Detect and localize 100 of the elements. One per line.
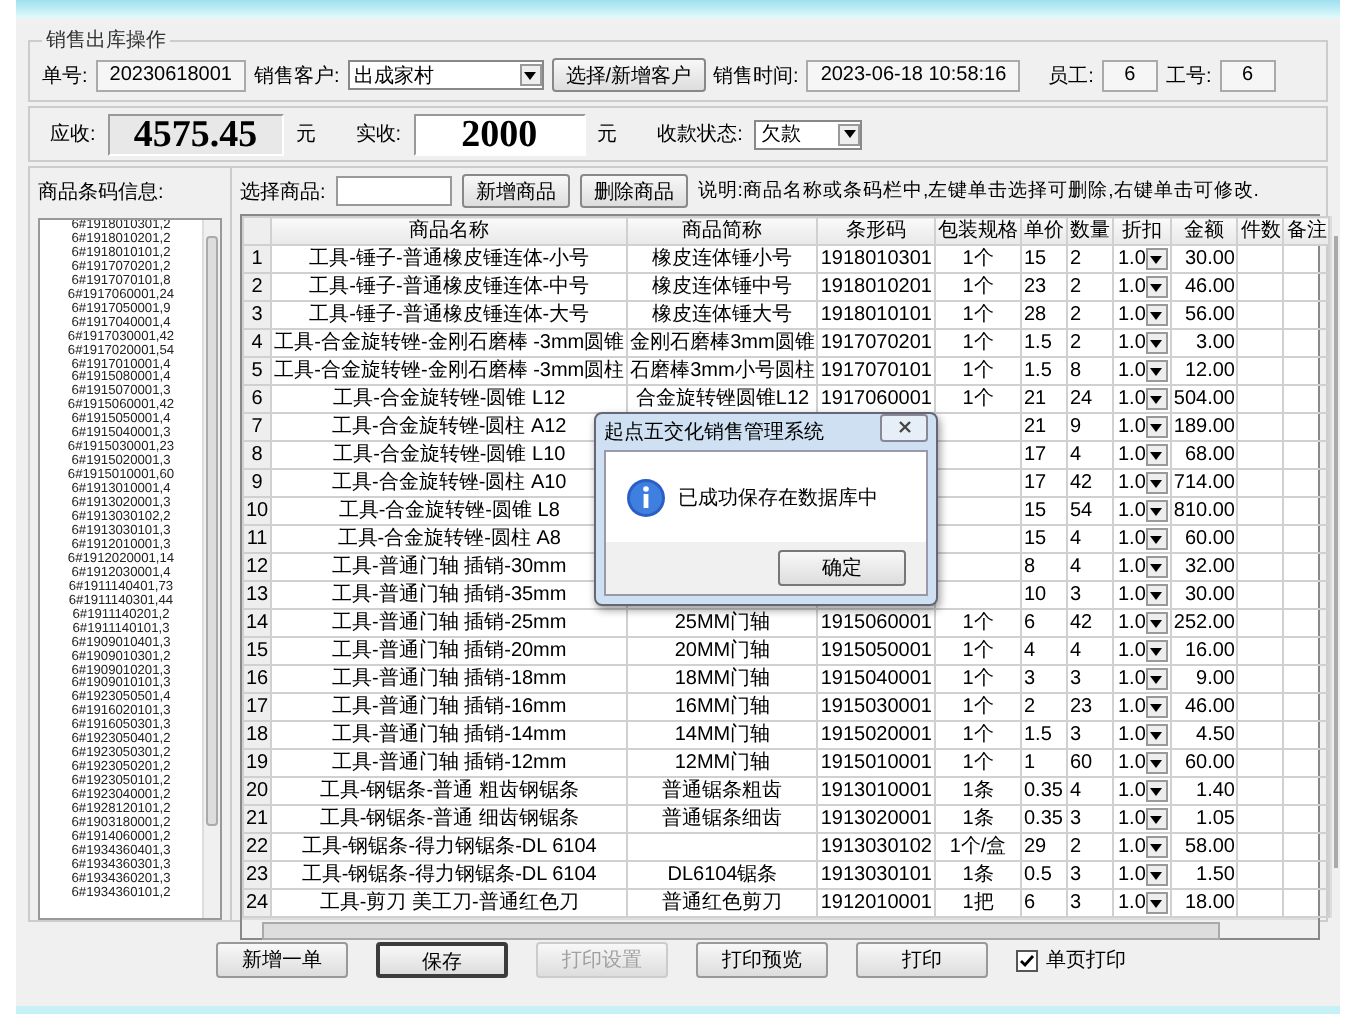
- product-button[interactable]: 新增商品: [461, 174, 570, 208]
- discount-value: 1.0: [1117, 611, 1146, 635]
- select-customer-button[interactable]: 选择/新增客户: [551, 58, 706, 92]
- table-cell: 21: [1020, 385, 1067, 413]
- caret-icon: [1150, 843, 1163, 851]
- table-cell: 1条: [934, 861, 1021, 889]
- table-cell: 30.00: [1170, 581, 1238, 609]
- product-button[interactable]: 删除商品: [579, 174, 688, 208]
- table-cell: 1915050001: [817, 637, 935, 665]
- table-cell: 252.00: [1170, 609, 1238, 637]
- table-cell: 1918010301: [817, 245, 935, 273]
- table-cell: 60: [1066, 749, 1113, 777]
- dropdown-button[interactable]: [1145, 556, 1168, 578]
- column-header[interactable]: 商品名称: [271, 217, 628, 245]
- column-header[interactable]: 数量: [1066, 217, 1113, 245]
- table-cell: 15: [1020, 525, 1067, 553]
- column-header[interactable]: 备注: [1283, 217, 1330, 245]
- dropdown-button[interactable]: [1145, 304, 1168, 326]
- dropdown-button[interactable]: [1145, 388, 1168, 410]
- barcode-list[interactable]: [38, 218, 222, 920]
- discount-value: 1.0: [1117, 247, 1146, 271]
- close-button[interactable]: [880, 413, 928, 441]
- field-label: 选择商品:: [240, 179, 326, 205]
- column-header[interactable]: 包装规格: [934, 217, 1021, 245]
- single-page-checkbox[interactable]: [1016, 949, 1038, 971]
- dropdown-button[interactable]: [1145, 248, 1168, 270]
- row-number: 18: [243, 721, 272, 749]
- input-field[interactable]: 20230618001: [95, 59, 246, 91]
- dropdown-button[interactable]: [1145, 696, 1168, 718]
- dropdown-button[interactable]: [1145, 472, 1168, 494]
- table-cell: 3.00: [1170, 329, 1238, 357]
- column-header[interactable]: 条形码: [817, 217, 935, 245]
- table-cell: 2: [1066, 833, 1113, 861]
- action-button[interactable]: 打印: [856, 942, 988, 978]
- dropdown-button[interactable]: [1145, 864, 1168, 886]
- receivable-field[interactable]: 4575.45: [107, 113, 284, 155]
- dropdown-button[interactable]: [1145, 332, 1168, 354]
- dropdown-button[interactable]: [1145, 528, 1168, 550]
- dropdown-button[interactable]: [1145, 500, 1168, 522]
- column-header[interactable]: 折扣: [1112, 217, 1171, 245]
- field-label: 员工:: [1048, 63, 1094, 89]
- dropdown-button[interactable]: [1145, 808, 1168, 830]
- dialog-message: 已成功保存在数据库中: [678, 485, 878, 511]
- dropdown-button[interactable]: [838, 123, 861, 145]
- table-cell: 18MM门轴: [627, 665, 818, 693]
- column-header[interactable]: 金额: [1170, 217, 1238, 245]
- dropdown-button[interactable]: [1145, 836, 1168, 858]
- dropdown-button[interactable]: [1145, 780, 1168, 802]
- dropdown-button[interactable]: [1145, 892, 1168, 914]
- column-header[interactable]: 商品简称: [627, 217, 818, 245]
- dropdown-button[interactable]: [1145, 724, 1168, 746]
- discount-value: 1.0: [1117, 639, 1146, 663]
- table-cell: 10: [1020, 581, 1067, 609]
- input-field[interactable]: 6: [1219, 59, 1276, 91]
- discount-value: 1.0: [1117, 695, 1146, 719]
- table-cell: 1917070101: [817, 357, 935, 385]
- dropdown-button[interactable]: [1145, 612, 1168, 634]
- row-number: 2: [243, 273, 272, 301]
- field-label: 实收:: [355, 121, 402, 148]
- customer-dropdown[interactable]: 出成家村: [347, 60, 544, 90]
- action-button[interactable]: 保存: [376, 942, 508, 978]
- input-field[interactable]: 6: [1101, 59, 1158, 91]
- table-cell: 1.5: [1020, 357, 1067, 385]
- status-dropdown[interactable]: 欠款: [754, 119, 863, 149]
- table-cell: 32.00: [1170, 553, 1238, 581]
- vertical-scrollbar[interactable]: [202, 220, 220, 918]
- dropdown-button[interactable]: [1145, 752, 1168, 774]
- ok-button[interactable]: 确定: [778, 550, 906, 586]
- table-cell: 工具-钢锯条-普通 粗齿钢锯条: [271, 777, 628, 805]
- row-number: 8: [243, 441, 272, 469]
- product-input-field[interactable]: [335, 176, 452, 206]
- dropdown-button[interactable]: [1145, 444, 1168, 466]
- dropdown-button[interactable]: [519, 64, 542, 86]
- dropdown-button[interactable]: [1145, 360, 1168, 382]
- row-number: 3: [243, 301, 272, 329]
- table-cell: 1915060001: [817, 609, 935, 637]
- caret-icon: [1150, 479, 1163, 487]
- action-button[interactable]: 打印预览: [696, 942, 828, 978]
- action-button[interactable]: 新增一单: [216, 942, 348, 978]
- input-field[interactable]: 2023-06-18 10:58:16: [806, 59, 1021, 91]
- table-cell: 15: [1020, 245, 1067, 273]
- table-cell: 工具-钢锯条-得力钢锯条-DL 6104: [271, 861, 628, 889]
- row-number: 23: [243, 861, 272, 889]
- dropdown-button[interactable]: [1145, 584, 1168, 606]
- dropdown-button[interactable]: [1145, 668, 1168, 690]
- table-cell: 1.50: [1170, 861, 1238, 889]
- table-cell: 3: [1020, 665, 1067, 693]
- column-header[interactable]: 单价: [1020, 217, 1067, 245]
- received-field[interactable]: 2000: [413, 113, 586, 155]
- caret-icon: [1150, 535, 1163, 543]
- dropdown-button[interactable]: [1145, 276, 1168, 298]
- panel-title: 商品条码信息:: [38, 179, 166, 206]
- dialog-title: 起点五交化销售管理系统: [604, 419, 824, 446]
- dropdown-button[interactable]: [1145, 640, 1168, 662]
- discount-value: 1.0: [1117, 723, 1146, 747]
- table-cell: 普通锯条细齿: [627, 805, 818, 833]
- column-header[interactable]: 件数: [1237, 217, 1284, 245]
- table-cell: 42: [1066, 469, 1113, 497]
- dropdown-button[interactable]: [1145, 416, 1168, 438]
- horizontal-scrollbar[interactable]: [242, 918, 1318, 938]
